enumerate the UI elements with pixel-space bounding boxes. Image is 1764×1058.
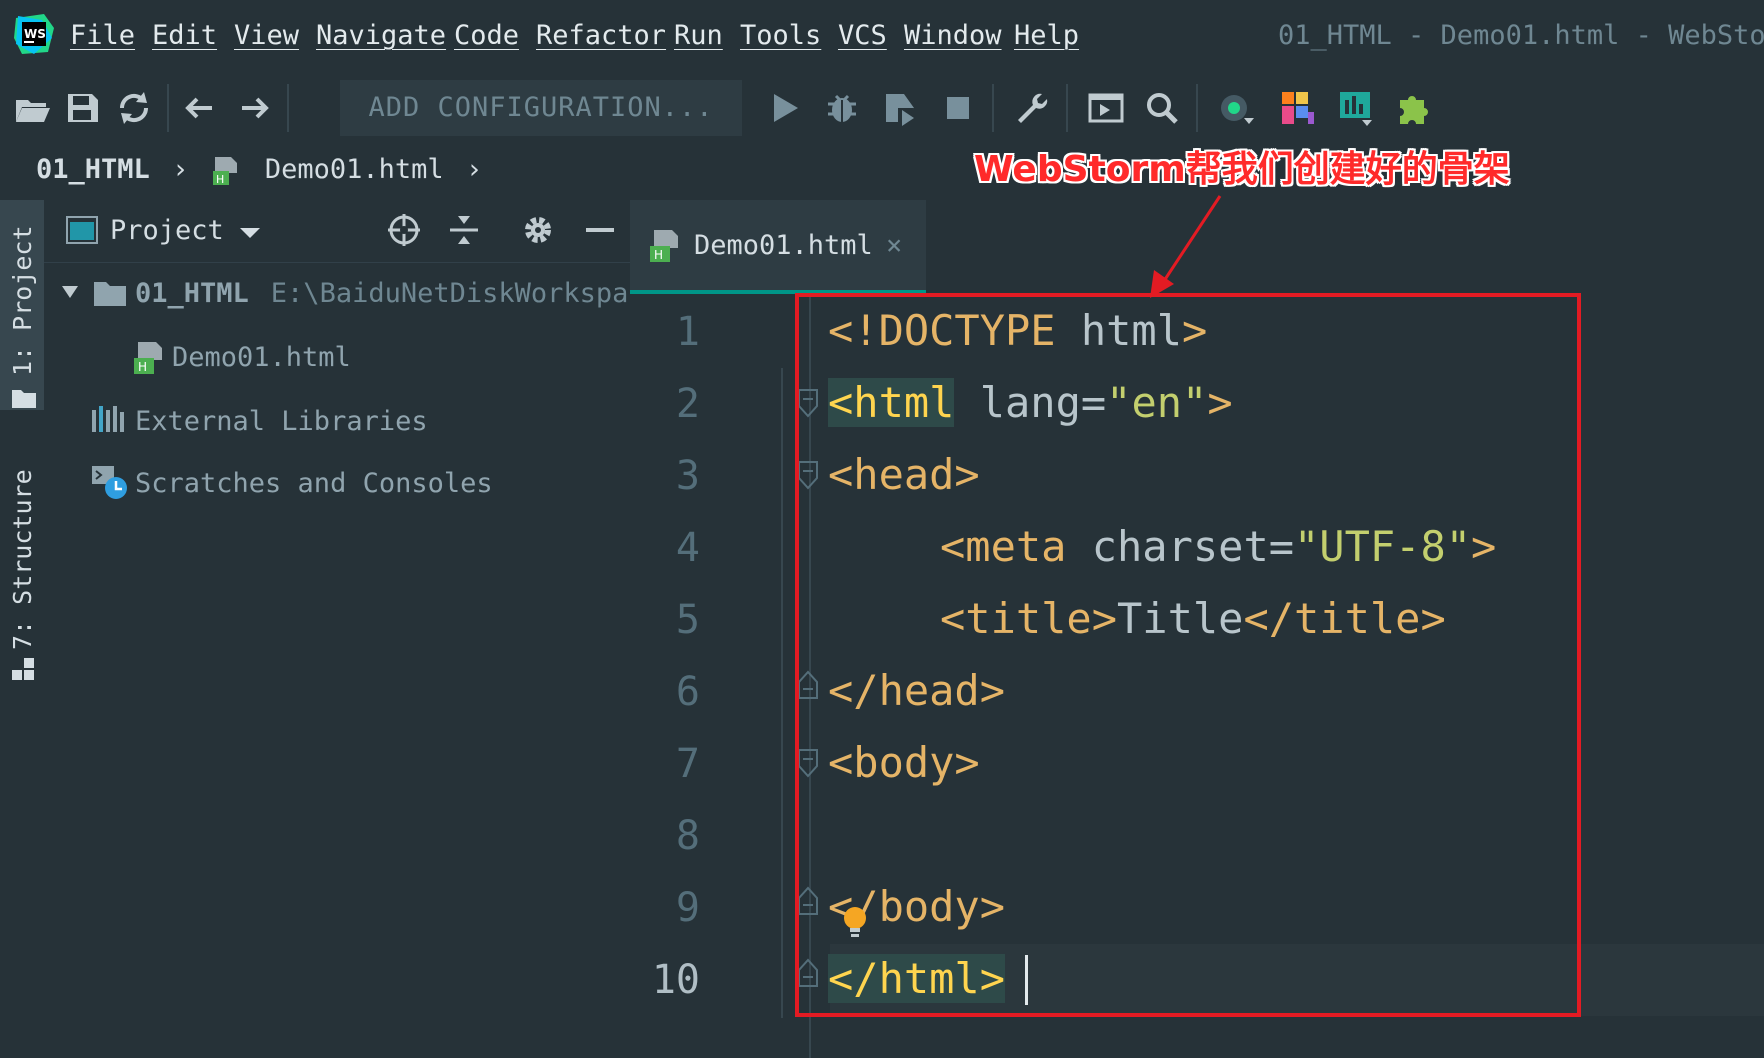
annotation-highlight-box xyxy=(795,293,1581,1017)
window-title: 01_HTML - Demo01.html - WebStor xyxy=(1278,20,1764,51)
svg-text:H: H xyxy=(138,360,147,374)
toolbar-separator xyxy=(992,84,994,132)
folder-icon xyxy=(12,388,36,408)
coverage-icon[interactable] xyxy=(880,88,920,128)
webstorm-logo-icon: WS xyxy=(14,14,54,54)
project-root-name: 01_HTML xyxy=(135,278,249,309)
toolbar-separator xyxy=(287,84,289,132)
sync-icon[interactable] xyxy=(114,88,154,128)
menu-navigate[interactable]: Navigate xyxy=(316,18,446,54)
wrench-icon[interactable] xyxy=(1012,88,1052,128)
menu-window[interactable]: Window xyxy=(904,18,1002,54)
locate-icon[interactable] xyxy=(386,212,422,248)
svg-text:WS: WS xyxy=(24,27,46,41)
vcs-icon[interactable] xyxy=(1216,88,1256,128)
line-number: 4 xyxy=(675,525,700,571)
line-number: 6 xyxy=(675,669,700,715)
project-tool-label[interactable]: 1: Project xyxy=(8,225,37,376)
html-file-icon: H xyxy=(211,155,241,187)
line-number: 5 xyxy=(675,597,700,643)
project-panel xyxy=(44,200,630,1058)
project-root-path: E:\BaiduNetDiskWorkspa xyxy=(270,278,629,309)
toolbar-separator xyxy=(1196,84,1198,132)
chevron-right-icon: › xyxy=(172,154,189,185)
menu-file[interactable]: File xyxy=(70,18,135,54)
menu-tools[interactable]: Tools xyxy=(740,18,821,54)
menu-run[interactable]: Run xyxy=(674,18,723,54)
minimize-icon[interactable] xyxy=(582,212,618,248)
project-view-icon xyxy=(66,216,98,244)
svg-text:H: H xyxy=(216,173,224,186)
line-number: 7 xyxy=(675,741,700,787)
breadcrumb-project[interactable]: 01_HTML xyxy=(36,154,150,185)
terminal-icon[interactable] xyxy=(1086,88,1126,128)
line-number: 8 xyxy=(675,813,700,859)
search-icon[interactable] xyxy=(1142,88,1182,128)
toolbar-separator xyxy=(167,84,169,132)
chevron-right-icon: › xyxy=(465,154,483,185)
folder-icon xyxy=(94,280,126,306)
menu-help[interactable]: Help xyxy=(1014,18,1079,54)
annotation-arrow-icon xyxy=(1140,192,1240,302)
line-number: 2 xyxy=(675,381,700,427)
line-number-current: 10 xyxy=(651,957,700,1003)
add-configuration-button[interactable]: ADD CONFIGURATION... xyxy=(340,80,742,136)
open-folder-icon[interactable] xyxy=(12,88,52,128)
html-file-icon: H xyxy=(132,340,166,376)
line-number: 1 xyxy=(675,309,700,355)
breadcrumb: 01_HTML › H Demo01.html › xyxy=(36,150,488,190)
menu-code[interactable]: Code xyxy=(454,18,519,54)
line-number: 9 xyxy=(675,885,700,931)
line-number: 3 xyxy=(675,453,700,499)
breadcrumb-file[interactable]: Demo01.html xyxy=(265,154,444,185)
fold-guide xyxy=(781,368,783,1018)
close-icon[interactable]: × xyxy=(886,228,902,264)
annotation-label: WebStorm帮我们创建好的骨架 xyxy=(974,149,1510,190)
menu-vcs[interactable]: VCS xyxy=(838,18,887,54)
structure-tool-label[interactable]: 7: Structure xyxy=(8,469,37,650)
puzzle-icon[interactable] xyxy=(1394,88,1434,128)
forward-icon[interactable] xyxy=(234,88,274,128)
gear-icon[interactable] xyxy=(520,212,556,248)
save-icon[interactable] xyxy=(62,88,102,128)
plugin-colorful-icon[interactable] xyxy=(1278,88,1318,128)
expand-arrow-icon[interactable] xyxy=(60,282,80,302)
menu-view[interactable]: View xyxy=(234,18,299,54)
project-view-selector[interactable]: Project xyxy=(110,213,224,249)
tree-item-demo01[interactable]: Demo01.html xyxy=(172,340,351,376)
chart-icon[interactable] xyxy=(1336,88,1376,128)
svg-text:H: H xyxy=(654,248,663,262)
structure-icon xyxy=(12,658,36,682)
html-file-icon: H xyxy=(648,228,682,264)
collapse-all-icon[interactable] xyxy=(446,212,482,248)
stop-icon[interactable] xyxy=(938,88,978,128)
back-icon[interactable] xyxy=(180,88,220,128)
tree-item-external-libraries[interactable]: External Libraries xyxy=(135,404,428,440)
run-icon[interactable] xyxy=(764,88,804,128)
tree-item-project-root[interactable]: 01_HTML E:\BaiduNetDiskWorkspa xyxy=(135,276,628,312)
tab-label[interactable]: Demo01.html xyxy=(694,228,873,264)
dropdown-arrow-icon[interactable] xyxy=(238,222,262,242)
scratches-icon xyxy=(92,464,128,500)
menu-edit[interactable]: Edit xyxy=(152,18,217,54)
tree-item-scratches[interactable]: Scratches and Consoles xyxy=(135,466,493,502)
menu-refactor[interactable]: Refactor xyxy=(536,18,666,54)
debug-icon[interactable] xyxy=(822,88,862,128)
toolbar-separator xyxy=(1066,84,1068,132)
library-icon xyxy=(92,404,126,434)
